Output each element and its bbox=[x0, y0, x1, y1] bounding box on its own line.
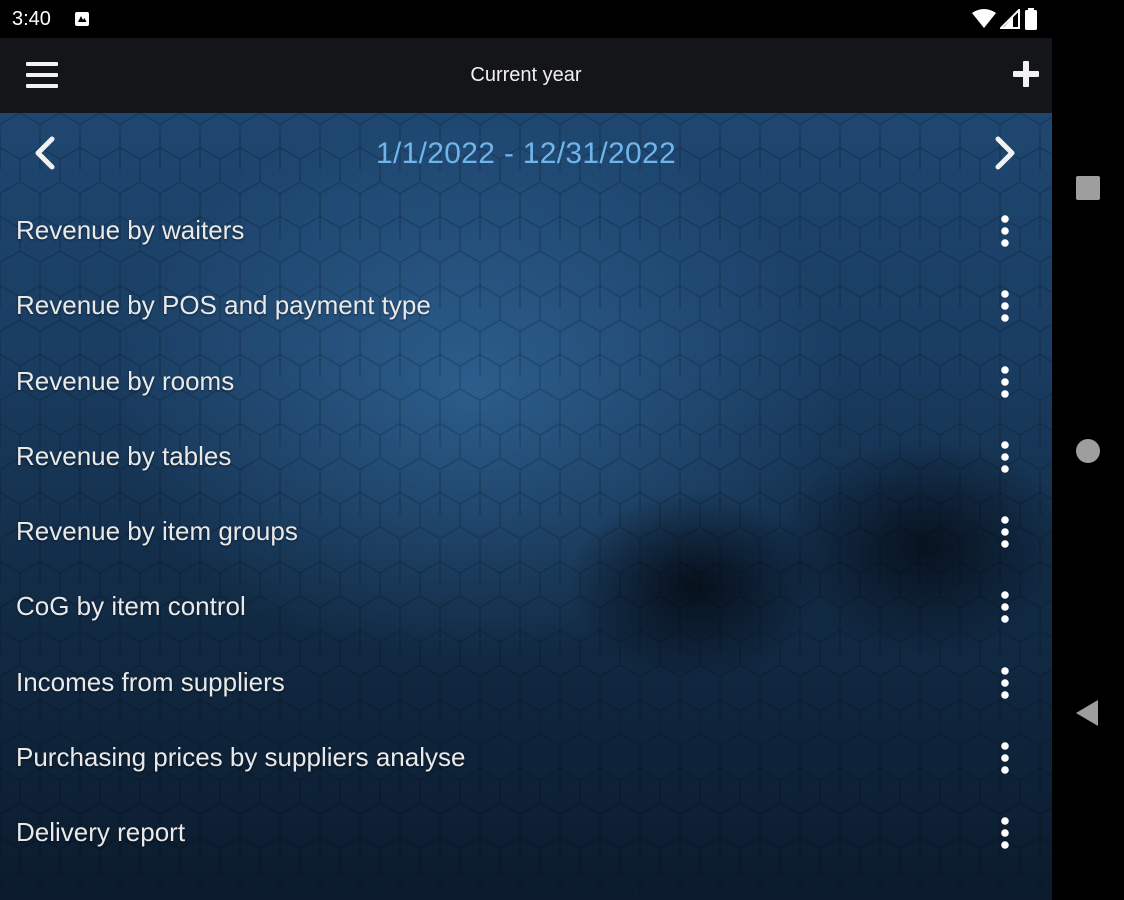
wifi-icon bbox=[972, 9, 996, 28]
more-options-icon[interactable] bbox=[992, 589, 1018, 625]
more-options-icon[interactable] bbox=[992, 815, 1018, 851]
more-options-icon[interactable] bbox=[992, 439, 1018, 475]
report-content: 1/1/2022 - 12/31/2022 Revenue by waiters… bbox=[0, 113, 1052, 900]
list-item[interactable]: Delivery report bbox=[0, 797, 1052, 872]
app-toolbar: Current year bbox=[0, 38, 1052, 113]
date-navigator: 1/1/2022 - 12/31/2022 bbox=[0, 113, 1052, 193]
more-options-icon[interactable] bbox=[992, 213, 1018, 249]
more-options-icon[interactable] bbox=[992, 514, 1018, 550]
report-label: Revenue by waiters bbox=[16, 215, 245, 245]
page-title: Current year bbox=[470, 64, 582, 86]
report-list: Revenue by waiters Revenue by POS and pa… bbox=[0, 195, 1052, 873]
plus-icon[interactable] bbox=[1010, 58, 1042, 90]
list-item[interactable]: Incomes from suppliers bbox=[0, 647, 1052, 722]
notification-app-icon bbox=[75, 12, 89, 26]
home-circle-icon[interactable] bbox=[1070, 433, 1106, 469]
more-options-icon[interactable] bbox=[992, 364, 1018, 400]
list-item[interactable]: Revenue by tables bbox=[0, 421, 1052, 496]
cell-signal-icon bbox=[1000, 9, 1020, 29]
status-indicators bbox=[972, 8, 1038, 30]
more-options-icon[interactable] bbox=[992, 740, 1018, 776]
report-label: Revenue by item groups bbox=[16, 516, 298, 547]
report-label: Delivery report bbox=[16, 817, 186, 848]
date-range[interactable]: 1/1/2022 - 12/31/2022 bbox=[0, 137, 1052, 171]
list-item[interactable]: Revenue by item groups bbox=[0, 496, 1052, 571]
more-options-icon[interactable] bbox=[992, 665, 1018, 701]
status-time: 3:40 bbox=[12, 8, 51, 30]
report-label: CoG by item control bbox=[16, 591, 246, 622]
back-triangle-icon[interactable] bbox=[1070, 695, 1106, 731]
battery-icon bbox=[1025, 8, 1037, 30]
report-label: Revenue by POS and payment type bbox=[16, 290, 431, 321]
system-navigation-bar bbox=[1052, 0, 1124, 900]
list-item[interactable]: CoG by item control bbox=[0, 571, 1052, 646]
list-item[interactable]: Revenue by rooms bbox=[0, 346, 1052, 421]
more-options-icon[interactable] bbox=[992, 288, 1018, 324]
report-label: Revenue by tables bbox=[16, 440, 232, 471]
list-item[interactable]: Revenue by POS and payment type bbox=[0, 270, 1052, 345]
recents-square-icon[interactable] bbox=[1070, 170, 1106, 206]
report-label: Revenue by rooms bbox=[16, 365, 235, 396]
report-label: Incomes from suppliers bbox=[16, 666, 285, 697]
list-item[interactable]: Revenue by waiters bbox=[0, 195, 1052, 270]
report-label: Purchasing prices by suppliers analyse bbox=[16, 742, 466, 773]
list-item[interactable]: Purchasing prices by suppliers analyse bbox=[0, 722, 1052, 797]
chevron-right-icon[interactable] bbox=[984, 133, 1024, 173]
status-bar: 3:40 bbox=[0, 0, 1052, 38]
